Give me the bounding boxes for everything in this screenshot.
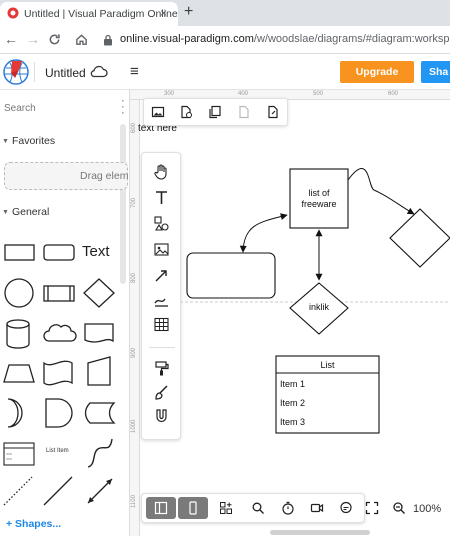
general-section-header[interactable]: ▼ General — [0, 206, 126, 222]
connector-tool-icon[interactable] — [153, 267, 170, 284]
freeware-node-label: list of — [308, 188, 330, 198]
cloud-sync-icon[interactable] — [90, 64, 108, 78]
insert-page-icon[interactable] — [179, 105, 193, 119]
new-tab-button[interactable]: + — [184, 3, 193, 21]
freehand-tool-icon[interactable] — [153, 291, 170, 308]
image-tool-icon[interactable] — [153, 241, 170, 258]
header-divider — [34, 62, 35, 82]
search-icon[interactable] — [251, 501, 265, 515]
general-shapes-grid: Text List Item — [0, 235, 126, 506]
quick-insert-toolbar — [143, 98, 288, 126]
connector-arrow[interactable] — [239, 213, 288, 253]
hamburger-menu-icon[interactable]: ≡ — [130, 63, 139, 80]
reload-icon[interactable] — [48, 33, 61, 46]
text-tool-icon[interactable] — [153, 189, 170, 206]
export-icon[interactable] — [266, 105, 280, 119]
connector-arrow[interactable] — [347, 168, 415, 215]
panel-toggle-button[interactable] — [146, 497, 176, 519]
document-shape[interactable] — [82, 315, 122, 355]
table-tool-icon[interactable] — [153, 316, 170, 333]
timer-icon[interactable] — [281, 501, 295, 515]
video-icon[interactable] — [310, 501, 324, 515]
document-title[interactable]: Untitled — [45, 66, 86, 80]
list-header: List — [320, 360, 335, 370]
panel-options-icon[interactable]: · · · — [121, 96, 125, 119]
url-field[interactable]: online.visual-paradigm.com/w/woodslae/di… — [120, 33, 450, 45]
list-item: Item 3 — [280, 417, 306, 427]
rectangle-shape[interactable] — [0, 235, 40, 275]
bottom-toolbar — [141, 493, 365, 523]
share-button[interactable]: Sha — [421, 61, 450, 83]
favorites-drop-zone[interactable]: Drag elem — [4, 162, 128, 190]
shape-library-panel: Search · · · ▼ Favorites Drag elem ▼ General… — [0, 90, 130, 536]
favorites-label: Favorites — [11, 135, 56, 147]
back-icon[interactable]: ← — [4, 32, 18, 46]
upgrade-button[interactable]: Upgrade — [340, 61, 414, 83]
caret-down-icon: ▼ — [2, 138, 9, 145]
magnet-icon[interactable] — [153, 408, 170, 425]
bidirectional-arrow-shape[interactable] — [82, 471, 122, 511]
crescent-shape[interactable] — [0, 395, 40, 435]
general-label: General — [11, 206, 50, 218]
inklik-node-label: inklik — [308, 302, 329, 312]
shapes-tool-icon[interactable] — [153, 215, 170, 232]
sidebar-toggle-icon — [154, 501, 168, 515]
drawing-tools-palette — [141, 152, 181, 440]
comment-icon[interactable] — [339, 501, 353, 515]
hand-pan-icon[interactable] — [153, 163, 170, 180]
property-panel-button[interactable] — [178, 497, 208, 519]
cylinder-shape[interactable] — [0, 315, 40, 355]
visual-paradigm-logo-icon[interactable] — [2, 58, 30, 86]
tape-shape[interactable] — [40, 355, 80, 395]
caret-down-icon: ▼ — [2, 209, 9, 216]
cloud-shape[interactable] — [40, 315, 80, 355]
favorites-section-header[interactable]: ▼ Favorites — [0, 135, 126, 151]
fit-to-screen-icon[interactable] — [365, 501, 379, 515]
add-element-icon[interactable] — [219, 501, 233, 515]
visual-paradigm-favicon-icon — [7, 7, 19, 19]
format-painter-icon[interactable] — [153, 360, 170, 377]
trapezoid-shape[interactable] — [0, 355, 40, 395]
narrow-panel-icon — [189, 501, 197, 515]
decision-node[interactable] — [389, 208, 450, 268]
tab-close-icon[interactable]: × — [160, 6, 167, 20]
drop-hint: Drag elem — [80, 170, 129, 182]
image-icon[interactable] — [151, 105, 165, 119]
paste-icon[interactable] — [237, 105, 251, 119]
freeware-node-label: freeware — [301, 199, 337, 209]
home-icon[interactable] — [75, 33, 88, 46]
curve-shape[interactable] — [82, 435, 122, 475]
url-host: online.visual-paradigm.com — [120, 33, 254, 45]
forward-icon[interactable]: → — [26, 32, 40, 46]
browser-tab[interactable]: Untitled | Visual Paradigm Online × — [0, 2, 178, 26]
app-header: Untitled ≡ Upgrade Sha — [0, 54, 450, 90]
url-path: /w/woodslae/diagrams/#diagram:workspace — [253, 33, 450, 45]
address-bar: ← → online.visual-paradigm.com/w/woodsla… — [0, 26, 450, 54]
line-shape[interactable] — [40, 471, 80, 511]
browser-tab-strip: Untitled | Visual Paradigm Online × + — [0, 0, 450, 26]
palette-divider — [149, 347, 175, 348]
list-shape[interactable] — [0, 435, 40, 475]
brush-icon[interactable] — [153, 384, 170, 401]
rounded-rectangle-shape[interactable] — [40, 235, 80, 275]
manual-input-shape[interactable] — [82, 355, 122, 395]
stored-data-shape[interactable] — [82, 395, 122, 435]
lock-icon — [104, 34, 112, 46]
delay-shape[interactable] — [40, 395, 80, 435]
zoom-out-icon[interactable] — [392, 501, 406, 515]
canvas-horizontal-scrollbar[interactable] — [270, 530, 370, 535]
diamond-shape[interactable] — [82, 275, 122, 315]
list-item: Item 1 — [280, 379, 306, 389]
process-shape[interactable] — [40, 275, 80, 315]
tab-title: Untitled | Visual Paradigm Online — [24, 8, 178, 20]
list-item: Item 2 — [280, 398, 306, 408]
zoom-level[interactable]: 100% — [413, 503, 441, 515]
duplicate-icon[interactable] — [208, 105, 222, 119]
more-shapes-link[interactable]: + Shapes... — [6, 518, 61, 530]
rounded-rect-node[interactable] — [186, 252, 276, 299]
dotted-line-shape[interactable] — [0, 471, 40, 511]
shape-search-input[interactable]: Search — [0, 100, 120, 118]
circle-shape[interactable] — [0, 275, 40, 315]
